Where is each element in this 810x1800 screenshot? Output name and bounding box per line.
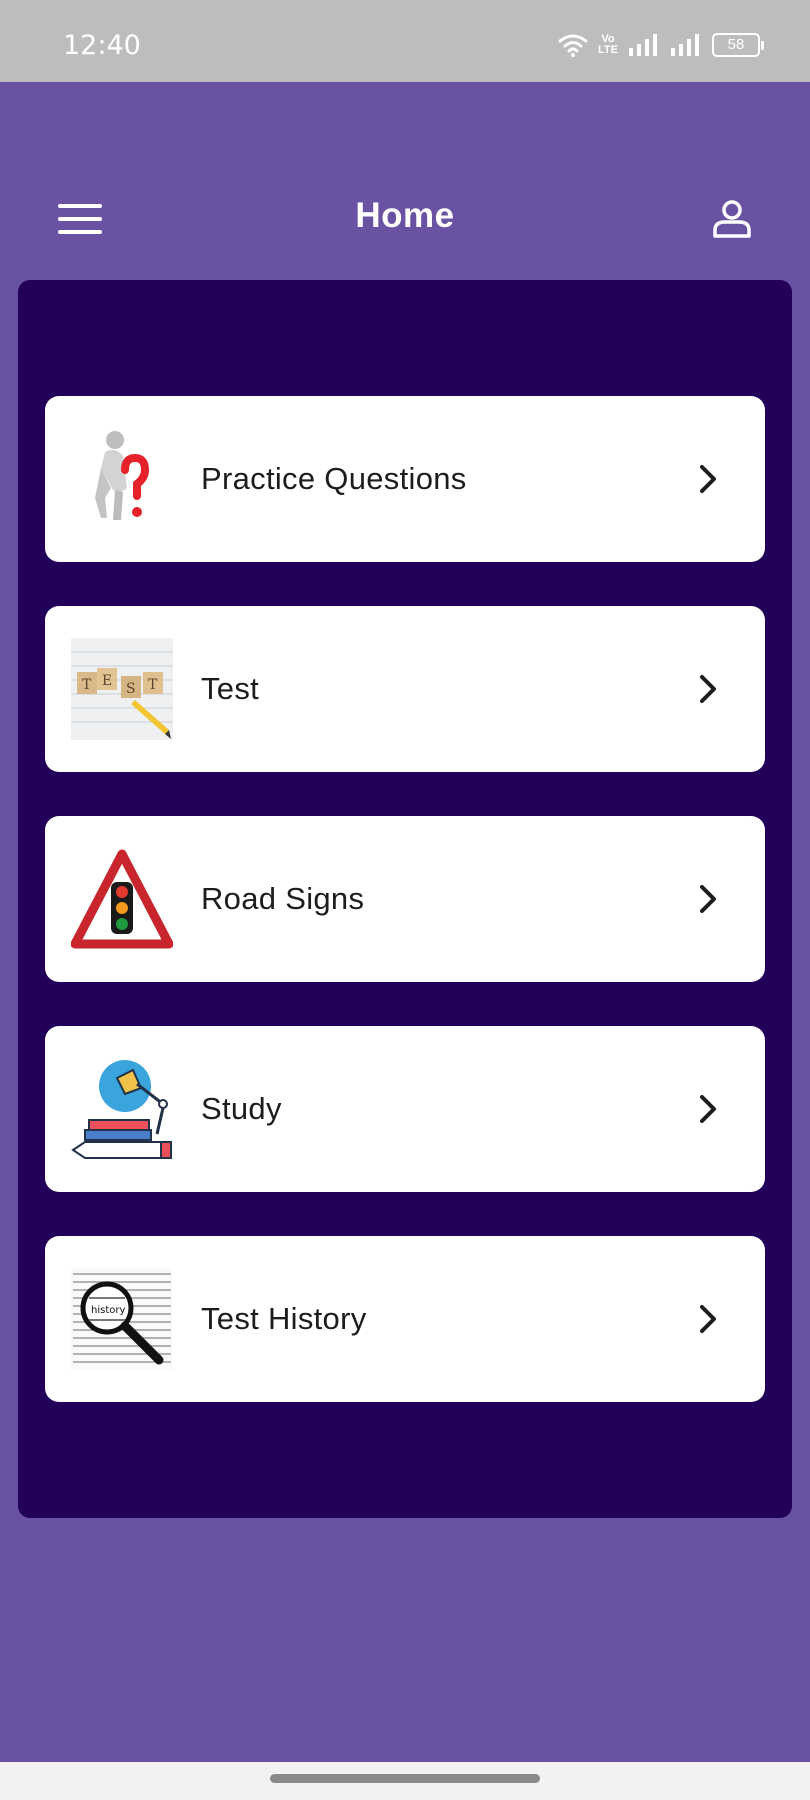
volte-icon: Vo LTE xyxy=(598,34,618,56)
menu-item-study[interactable]: Study xyxy=(45,1026,765,1192)
page-title: Home xyxy=(355,196,455,235)
volte-label-bottom: LTE xyxy=(598,44,618,56)
magnifying-glass-history-icon: history xyxy=(71,1268,173,1370)
desk-lamp-books-icon xyxy=(71,1060,172,1159)
chevron-right-icon xyxy=(700,675,716,703)
app-bar: Home xyxy=(0,170,810,260)
chevron-right-icon xyxy=(700,1305,716,1333)
signal-icon xyxy=(671,34,699,56)
test-blocks-pencil-icon: T E S T xyxy=(71,638,173,740)
menu-panel: Practice Questions T E S T Test Road Sig… xyxy=(18,280,792,1518)
wifi-icon xyxy=(558,34,588,57)
menu-item-label: Road Signs xyxy=(201,881,365,916)
menu-item-label: Test xyxy=(201,671,260,706)
menu-item-label: Test History xyxy=(201,1301,367,1336)
menu-item-road-signs[interactable]: Road Signs xyxy=(45,816,765,982)
svg-text:T: T xyxy=(148,677,158,693)
svg-text:history: history xyxy=(91,1305,125,1316)
svg-text:T: T xyxy=(82,677,92,693)
chevron-right-icon xyxy=(700,1095,716,1123)
menu-item-test[interactable]: T E S T Test xyxy=(45,606,765,772)
battery-icon: 58 xyxy=(712,33,764,57)
user-profile-icon[interactable] xyxy=(711,198,753,240)
menu-item-practice-questions[interactable]: Practice Questions xyxy=(45,396,765,562)
home-gesture-pill[interactable] xyxy=(270,1774,540,1783)
thinking-figure-question-mark-icon xyxy=(95,431,150,520)
menu-item-label: Study xyxy=(201,1091,282,1126)
status-icons: Vo LTE 58 xyxy=(558,28,764,62)
svg-text:E: E xyxy=(102,673,112,689)
svg-text:S: S xyxy=(126,681,136,697)
status-time: 12:40 xyxy=(63,30,141,61)
chevron-right-icon xyxy=(700,465,716,493)
signal-icon xyxy=(629,34,657,56)
menu-item-test-history[interactable]: history Test History xyxy=(45,1236,765,1402)
traffic-light-warning-sign-icon xyxy=(71,849,173,949)
status-bar: 12:40 Vo LTE 58 xyxy=(0,0,810,82)
chevron-right-icon xyxy=(700,885,716,913)
menu-item-label: Practice Questions xyxy=(201,461,467,496)
